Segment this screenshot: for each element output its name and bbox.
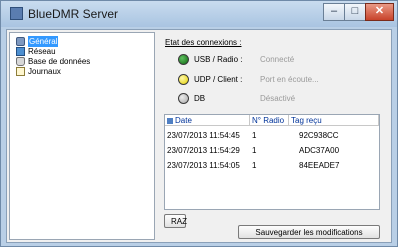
tag-cell: 84EEADE7	[299, 161, 340, 170]
settings-tree[interactable]: Général Réseau Base de données Journaux	[9, 32, 155, 240]
close-icon: ✕	[374, 5, 385, 17]
udp-client-status: Port en écoute...	[260, 75, 319, 84]
title-bar[interactable]: BlueDMR Server ‒ □ ✕	[1, 1, 397, 27]
column-header-label: N° Radio	[252, 116, 285, 125]
radio-cell: 1	[252, 131, 257, 140]
column-header-radio[interactable]: N° Radio	[250, 115, 289, 126]
usb-radio-status: Connecté	[260, 55, 295, 64]
maximize-button[interactable]: □	[344, 3, 366, 21]
udp-client-label: UDP / Client :	[194, 75, 243, 84]
date-cell: 23/07/2013 11:54:45	[167, 131, 240, 140]
window-title: BlueDMR Server	[28, 7, 119, 21]
client-area: Général Réseau Base de données Journaux …	[6, 29, 392, 243]
date-cell: 23/07/2013 11:54:29	[167, 146, 240, 155]
column-header-date[interactable]: Date	[165, 115, 250, 126]
raz-button[interactable]: RAZ	[164, 214, 187, 228]
table-row[interactable]: 23/07/2013 11:54:29 1 ADC37A00	[165, 143, 379, 158]
tag-log-table[interactable]: Date N° Radio Tag reçu 23/07/2013 11:54:…	[164, 114, 380, 210]
log-icon	[16, 67, 25, 76]
usb-radio-label: USB / Radio :	[194, 55, 243, 64]
gear-icon	[16, 37, 25, 46]
udp-status-led-icon	[178, 74, 189, 85]
sort-icon	[167, 117, 173, 124]
minimize-icon: ‒	[330, 5, 338, 17]
db-status-led-icon	[178, 93, 189, 104]
radio-cell: 1	[252, 146, 257, 155]
table-row[interactable]: 23/07/2013 11:54:05 1 84EEADE7	[165, 158, 379, 173]
tree-item-logs[interactable]: Journaux	[16, 66, 61, 77]
app-window: BlueDMR Server ‒ □ ✕ Général Réseau Base…	[0, 0, 398, 247]
maximize-icon: □	[351, 5, 359, 17]
column-header-label: Date	[175, 116, 192, 125]
minimize-button[interactable]: ‒	[323, 3, 345, 21]
database-icon	[16, 57, 25, 66]
db-status: Désactivé	[260, 94, 296, 103]
tag-cell: 92C938CC	[299, 131, 339, 140]
save-button[interactable]: Sauvegarder les modifications	[238, 225, 380, 239]
date-cell: 23/07/2013 11:54:05	[167, 161, 240, 170]
usb-status-led-icon	[178, 54, 189, 65]
connections-title: Etat des connexions :	[165, 38, 242, 47]
column-header-tag[interactable]: Tag reçu	[289, 115, 379, 126]
network-icon	[16, 47, 25, 56]
close-button[interactable]: ✕	[365, 3, 394, 21]
tree-item-label: Journaux	[28, 67, 61, 76]
table-row[interactable]: 23/07/2013 11:54:45 1 92C938CC	[165, 128, 379, 143]
column-header-label: Tag reçu	[291, 116, 322, 125]
db-label: DB	[194, 94, 206, 103]
radio-cell: 1	[252, 161, 257, 170]
app-icon	[10, 7, 23, 20]
tag-cell: ADC37A00	[299, 146, 340, 155]
